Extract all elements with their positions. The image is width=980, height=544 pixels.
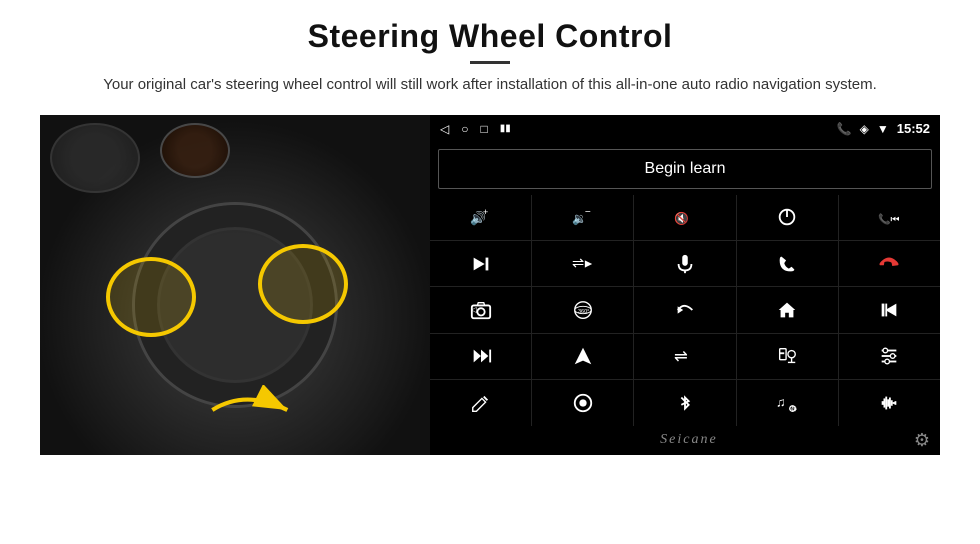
shuffle-icon: ⇌ [572, 253, 594, 275]
navigate-button[interactable] [532, 334, 633, 379]
page-title: Steering Wheel Control [103, 18, 877, 55]
mic-button[interactable] [634, 241, 735, 286]
music-settings-icon: ♫ ⚙ [776, 392, 798, 414]
navigate-icon [572, 345, 594, 367]
highlight-left-buttons [106, 257, 196, 337]
camera-icon: ◁ [470, 299, 492, 321]
vol-up-button[interactable]: 🔊+ [430, 195, 531, 240]
svg-text:360°: 360° [578, 309, 589, 315]
equalizer-icon: ⇌ [674, 345, 696, 367]
phone-icon: 📞 [837, 122, 852, 136]
home-nav-icon [776, 299, 798, 321]
bluetooth-button[interactable] [634, 380, 735, 425]
home-nav-button[interactable] [737, 287, 838, 332]
page-wrapper: Steering Wheel Control Your original car… [0, 0, 980, 544]
steering-wheel-photo [40, 115, 430, 455]
hang-up-icon [878, 253, 900, 275]
svg-text:⇌: ⇌ [674, 348, 688, 366]
branding-bar: Seicane ⚙ [430, 426, 940, 455]
controls-grid: 🔊+ 🔉 − 🔇 [430, 195, 940, 426]
call-prev-button[interactable]: 📞⏮ [839, 195, 940, 240]
mic-icon [674, 253, 696, 275]
clock: 15:52 [897, 121, 930, 136]
title-divider [470, 61, 510, 64]
yellow-arrow-icon [204, 385, 304, 435]
content-area: ◁ ○ □ ▮▮ 📞 ◈ ▼ 15:52 Begin learn [40, 115, 940, 455]
waveform-icon [878, 392, 900, 414]
prev-track-icon [878, 299, 900, 321]
fast-forward-button[interactable] [430, 334, 531, 379]
begin-learn-button[interactable]: Begin learn [438, 149, 932, 189]
circle-dot-button[interactable] [532, 380, 633, 425]
vol-mute-icon: 🔇 [674, 206, 696, 228]
svg-text:⚙: ⚙ [791, 404, 798, 413]
begin-learn-row: Begin learn [430, 143, 940, 195]
back-nav-button[interactable] [634, 287, 735, 332]
vol-down-button[interactable]: 🔉 − [532, 195, 633, 240]
brand-name: Seicane [464, 432, 914, 448]
power-button[interactable] [737, 195, 838, 240]
edit-icon [470, 392, 492, 414]
sliders-button[interactable] [839, 334, 940, 379]
record-button[interactable] [737, 334, 838, 379]
equalizer-button[interactable]: ⇌ [634, 334, 735, 379]
svg-text:♫: ♫ [776, 394, 786, 409]
radio-screen: ◁ ○ □ ▮▮ 📞 ◈ ▼ 15:52 Begin learn [430, 115, 940, 455]
next-track-button[interactable] [430, 241, 531, 286]
power-icon [776, 206, 798, 228]
circle-dot-icon [572, 392, 594, 414]
camera-button[interactable]: ◁ [430, 287, 531, 332]
title-section: Steering Wheel Control Your original car… [103, 18, 877, 109]
subtitle: Your original car's steering wheel contr… [103, 74, 877, 97]
vol-up-icon: 🔊+ [470, 206, 492, 228]
back-arrow-icon: ◁ [440, 122, 449, 136]
settings-gear-icon[interactable]: ⚙ [914, 430, 930, 451]
svg-text:📞⏮: 📞⏮ [878, 213, 900, 226]
phone-icon [776, 253, 798, 275]
call-prev-icon: 📞⏮ [878, 206, 900, 228]
hang-up-button[interactable] [839, 241, 940, 286]
phone-button[interactable] [737, 241, 838, 286]
svg-text:◁: ◁ [471, 305, 477, 314]
view-360-button[interactable]: 360° [532, 287, 633, 332]
view-360-icon: 360° [572, 299, 594, 321]
wifi-icon: ▼ [877, 122, 889, 136]
status-bar: ◁ ○ □ ▮▮ 📞 ◈ ▼ 15:52 [430, 115, 940, 143]
back-nav-icon [674, 299, 696, 321]
prev-track-button[interactable] [839, 287, 940, 332]
bluetooth-icon [674, 392, 696, 414]
vol-down-icon: 🔉 − [572, 206, 594, 228]
record-icon [776, 345, 798, 367]
fast-forward-icon [470, 345, 492, 367]
waveform-button[interactable] [839, 380, 940, 425]
shuffle-button[interactable]: ⇌ [532, 241, 633, 286]
svg-text:🔇: 🔇 [674, 212, 689, 226]
gauge-speedometer [50, 123, 140, 193]
svg-text:+: + [482, 207, 487, 217]
home-circle-icon: ○ [461, 122, 468, 136]
music-settings-button[interactable]: ♫ ⚙ [737, 380, 838, 425]
status-right: 📞 ◈ ▼ 15:52 [837, 121, 930, 136]
sw-background [40, 115, 430, 455]
highlight-right-buttons [258, 244, 348, 324]
gauge-rpm [160, 123, 230, 178]
signal-icon: ▮▮ [500, 123, 511, 134]
location-icon: ◈ [860, 122, 869, 136]
svg-text:−: − [585, 207, 591, 218]
sliders-icon [878, 345, 900, 367]
status-left: ◁ ○ □ ▮▮ [440, 122, 511, 136]
next-track-icon [470, 253, 492, 275]
vol-mute-button[interactable]: 🔇 [634, 195, 735, 240]
recents-icon: □ [480, 122, 487, 136]
svg-text:⇌: ⇌ [572, 255, 584, 271]
edit-button[interactable] [430, 380, 531, 425]
